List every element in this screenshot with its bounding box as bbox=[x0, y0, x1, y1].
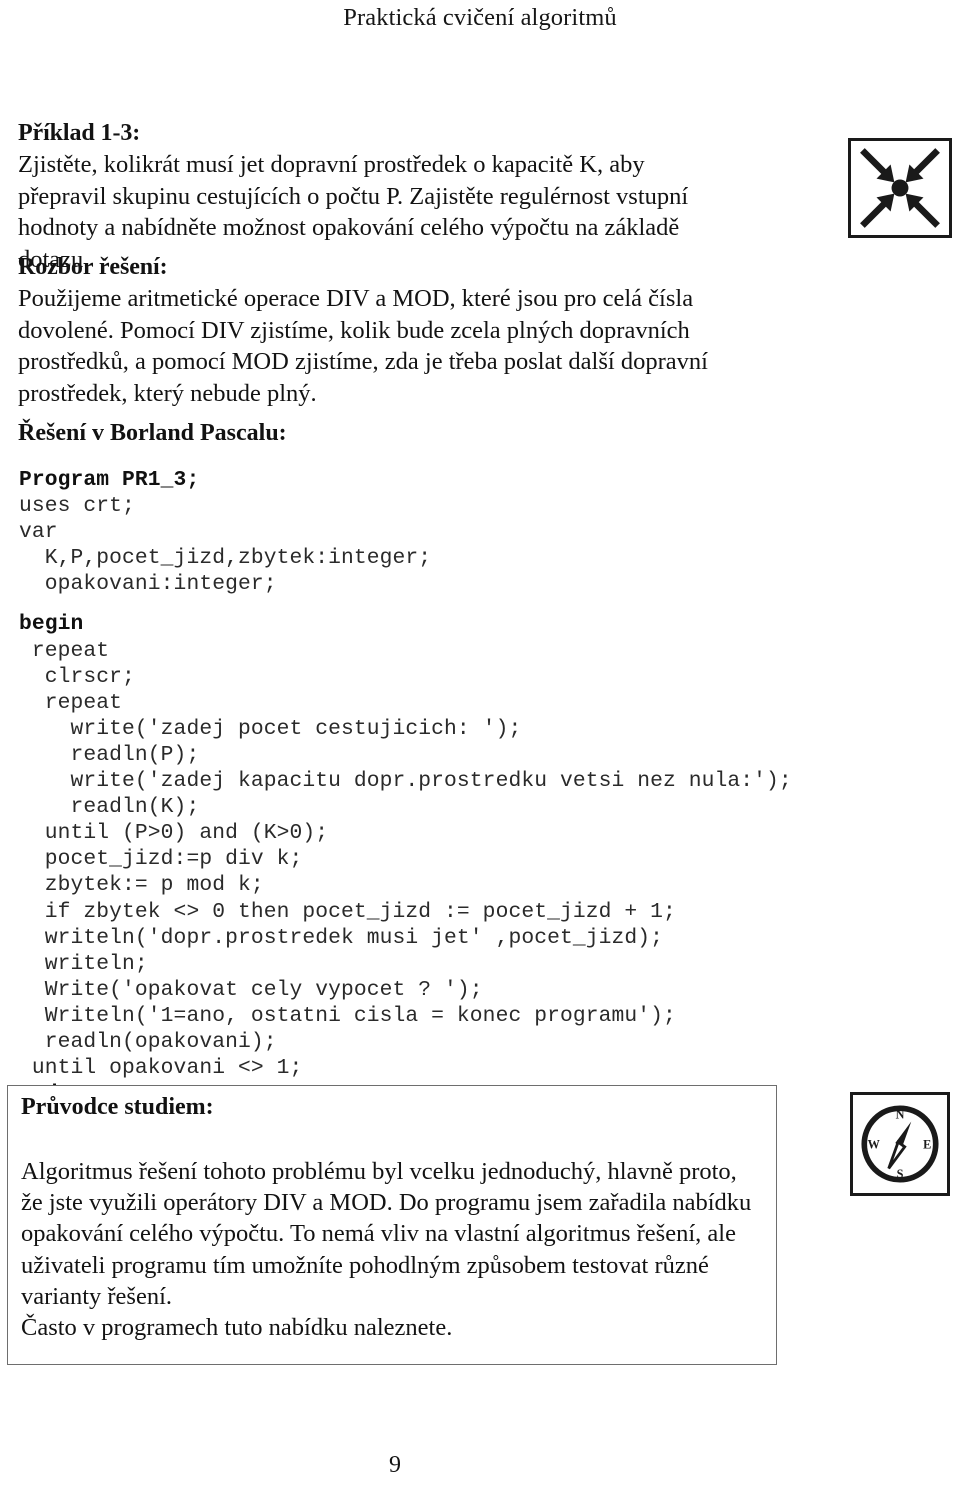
code-line: repeat bbox=[19, 690, 123, 715]
document-page: Praktická cvičení algoritmů Příklad 1-3:… bbox=[0, 0, 960, 1506]
code-line: K,P,pocet_jizd,zbytek:integer; bbox=[19, 546, 432, 571]
study-guide-paragraph: Algoritmus řešení tohoto problému byl vc… bbox=[21, 1158, 752, 1310]
code-line: until (P>0) and (K>0); bbox=[19, 821, 329, 846]
study-guide-text: Algoritmus řešení tohoto problému byl vc… bbox=[21, 1156, 763, 1343]
page-number: 9 bbox=[389, 1452, 401, 1478]
code-keyword: Program PR1_3; bbox=[19, 468, 200, 492]
compass-label-east: E bbox=[923, 1138, 931, 1152]
solution-heading: Řešení v Borland Pascalu: bbox=[18, 420, 287, 446]
code-line: writeln('dopr.prostredek musi jet' ,poce… bbox=[19, 925, 664, 950]
analysis-title: Rozbor řešení: bbox=[18, 254, 168, 280]
code-line: Program PR1_3; bbox=[19, 467, 792, 493]
code-line: readln(P); bbox=[19, 742, 200, 767]
code-line: var bbox=[19, 520, 58, 545]
code-line: if zbytek <> 0 then pocet_jizd := pocet_… bbox=[19, 899, 676, 924]
code-line: readln(K); bbox=[19, 795, 200, 820]
code-line: begin bbox=[19, 611, 792, 637]
compass-label-west: W bbox=[868, 1138, 881, 1152]
converging-arrows-icon bbox=[848, 138, 952, 238]
code-line: writeln; bbox=[19, 951, 148, 976]
code-line: repeat bbox=[19, 638, 110, 663]
study-guide-title: Průvodce studiem: bbox=[21, 1094, 214, 1120]
code-line: pocet_jizd:=p div k; bbox=[19, 847, 303, 872]
study-guide-paragraph: Často v programech tuto nabídku naleznet… bbox=[21, 1314, 453, 1342]
code-line: write('zadej kapacitu dopr.prostredku ve… bbox=[19, 769, 792, 794]
code-line: Write('opakovat cely vypocet ? '); bbox=[19, 977, 483, 1002]
analysis-block: Rozbor řešení: Použijeme aritmetické ope… bbox=[18, 252, 778, 409]
compass-label-south: S bbox=[897, 1167, 904, 1181]
example-title: Příklad 1-3: bbox=[18, 120, 141, 146]
analysis-body: Použijeme aritmetické operace DIV a MOD,… bbox=[18, 285, 708, 407]
code-line: write('zadej pocet cestujicich: '); bbox=[19, 716, 522, 741]
running-header-title: Praktická cvičení algoritmů bbox=[343, 4, 617, 31]
code-line: zbytek:= p mod k; bbox=[19, 873, 264, 898]
compass-label-north: N bbox=[896, 1108, 905, 1122]
code-line: readln(opakovani); bbox=[19, 1029, 277, 1054]
code-line: uses crt; bbox=[19, 494, 135, 519]
pascal-code-listing: Program PR1_3; uses crt; var K,P,pocet_jiz… bbox=[19, 467, 792, 1107]
study-guide-box: Průvodce studiem: Algoritmus řešení toho… bbox=[7, 1085, 777, 1365]
code-line: until opakovani <> 1; bbox=[19, 1056, 303, 1081]
code-line: opakovani:integer; bbox=[19, 572, 277, 597]
compass-icon: N W E S bbox=[850, 1092, 950, 1196]
code-line: Writeln('1=ano, ostatni cisla = konec pr… bbox=[19, 1003, 676, 1028]
code-line: clrscr; bbox=[19, 664, 135, 689]
code-keyword: begin bbox=[19, 612, 84, 637]
